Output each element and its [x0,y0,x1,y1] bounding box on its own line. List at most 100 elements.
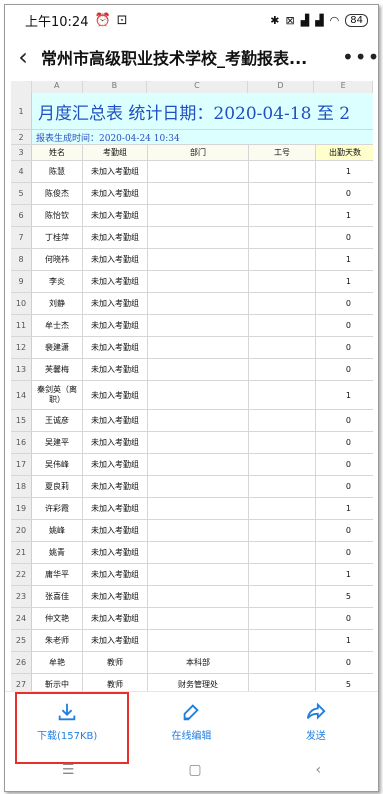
cell-dept[interactable] [148,249,249,270]
cell-group[interactable]: 未加入考勤组 [83,227,148,248]
cell-dept[interactable] [148,315,249,336]
cell-name[interactable]: 吴伟峰 [32,454,83,475]
cell-name[interactable]: 王诚彦 [32,410,83,431]
cell-id[interactable] [249,476,316,497]
sheet-title-cell[interactable]: 月度汇总表 统计日期：2020-04-18 至 2 [32,93,373,129]
header-id[interactable]: 工号 [249,145,316,160]
cell-dept[interactable] [148,271,249,292]
cell-name[interactable]: 朱老师 [32,630,83,651]
cell-dept[interactable] [148,227,249,248]
cell-dept[interactable] [148,205,249,226]
cell-dept[interactable] [148,432,249,453]
cell-days[interactable]: 0 [316,183,373,204]
cell-id[interactable] [249,205,316,226]
cell-name[interactable]: 庸华平 [32,564,83,585]
cell-group[interactable]: 未加入考勤组 [83,608,148,629]
cell-name[interactable]: 陈怡钦 [32,205,83,226]
cell-days[interactable]: 1 [316,249,373,270]
cell-name[interactable]: 李炎 [32,271,83,292]
cell-group[interactable]: 未加入考勤组 [83,183,148,204]
cell-id[interactable] [249,520,316,541]
cell-id[interactable] [249,586,316,607]
cell-id[interactable] [249,454,316,475]
cell-days[interactable]: 1 [316,205,373,226]
cell-id[interactable] [249,359,316,380]
cell-name[interactable]: 芙馨梅 [32,359,83,380]
cell-dept[interactable] [148,381,249,409]
cell-name[interactable]: 吴建平 [32,432,83,453]
header-dept[interactable]: 部门 [148,145,249,160]
cell-group[interactable]: 未加入考勤组 [83,520,148,541]
menu-icon[interactable]: ☰ [62,762,75,778]
cell-id[interactable] [249,249,316,270]
cell-name[interactable]: 陈慧 [32,161,83,182]
cell-days[interactable]: 0 [316,652,373,673]
cell-id[interactable] [249,227,316,248]
cell-dept[interactable] [148,586,249,607]
cell-days[interactable]: 1 [316,630,373,651]
cell-id[interactable] [249,271,316,292]
cell-days[interactable]: 5 [316,674,373,691]
cell-dept[interactable] [148,542,249,563]
cell-dept[interactable] [148,564,249,585]
cell-days[interactable]: 0 [316,520,373,541]
cell-group[interactable]: 未加入考勤组 [83,564,148,585]
cell-dept[interactable] [148,454,249,475]
cell-group[interactable]: 未加入考勤组 [83,293,148,314]
cell-dept[interactable] [148,410,249,431]
cell-id[interactable] [249,337,316,358]
cell-dept[interactable] [148,293,249,314]
spreadsheet-view[interactable]: A B C D E 1 月度汇总表 统计日期：2020-04-18 至 2 2 … [11,81,373,691]
cell-group[interactable]: 未加入考勤组 [83,542,148,563]
cell-group[interactable]: 未加入考勤组 [83,476,148,497]
cell-id[interactable] [249,652,316,673]
cell-group[interactable]: 未加入考勤组 [83,249,148,270]
cell-group[interactable]: 未加入考勤组 [83,498,148,519]
cell-name[interactable]: 仲文艳 [32,608,83,629]
cell-name[interactable]: 牟艳 [32,652,83,673]
cell-group[interactable]: 未加入考勤组 [83,454,148,475]
cell-name[interactable]: 陈俊杰 [32,183,83,204]
cell-name[interactable]: 张喜佳 [32,586,83,607]
cell-days[interactable]: 0 [316,293,373,314]
cell-dept[interactable] [148,520,249,541]
cell-days[interactable]: 1 [316,498,373,519]
cell-group[interactable]: 未加入考勤组 [83,630,148,651]
cell-name[interactable]: 姚青 [32,542,83,563]
cell-name[interactable]: 许彩霞 [32,498,83,519]
header-name[interactable]: 姓名 [32,145,83,160]
send-button[interactable]: 发送 [254,692,378,750]
cell-name[interactable]: 姚峰 [32,520,83,541]
col-letter-c[interactable]: C [147,81,248,93]
col-letter-e[interactable]: E [314,81,373,93]
cell-dept[interactable] [148,630,249,651]
back-nav-icon[interactable]: ‹ [315,762,321,778]
cell-group[interactable]: 未加入考勤组 [83,586,148,607]
cell-days[interactable]: 0 [316,476,373,497]
cell-days[interactable]: 0 [316,542,373,563]
cell-id[interactable] [249,183,316,204]
cell-id[interactable] [249,674,316,691]
cell-name[interactable]: 牟士杰 [32,315,83,336]
cell-id[interactable] [249,161,316,182]
cell-dept[interactable] [148,498,249,519]
col-letter-d[interactable]: D [248,81,315,93]
download-button[interactable]: 下载(157KB) [5,692,129,750]
cell-id[interactable] [249,381,316,409]
cell-days[interactable]: 0 [316,337,373,358]
cell-days[interactable]: 1 [316,564,373,585]
cell-dept[interactable] [148,476,249,497]
cell-days[interactable]: 1 [316,161,373,182]
cell-dept[interactable] [148,337,249,358]
more-options-icon[interactable]: ••• [342,45,378,69]
cell-days[interactable]: 5 [316,586,373,607]
header-group[interactable]: 考勤组 [83,145,148,160]
cell-dept[interactable]: 财务管理处 [148,674,249,691]
cell-dept[interactable] [148,359,249,380]
cell-group[interactable]: 未加入考勤组 [83,381,148,409]
cell-id[interactable] [249,542,316,563]
cell-days[interactable]: 0 [316,359,373,380]
cell-group[interactable]: 未加入考勤组 [83,432,148,453]
cell-group[interactable]: 未加入考勤组 [83,205,148,226]
back-arrow-icon[interactable]: ‹ [5,43,41,71]
